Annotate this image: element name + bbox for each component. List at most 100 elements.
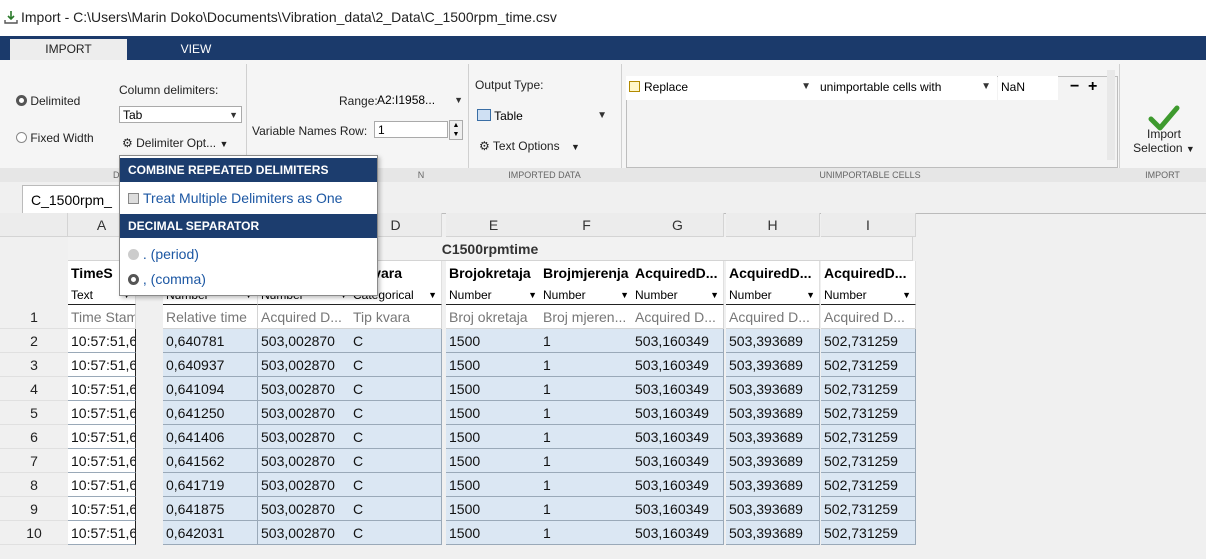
variable-name[interactable]: AcquiredD... xyxy=(632,261,724,285)
table-cell[interactable]: 10:57:51,62... xyxy=(68,521,136,545)
table-cell[interactable]: C xyxy=(350,329,442,353)
table-cell[interactable]: 10:57:51,62... xyxy=(68,473,136,497)
table-cell[interactable]: 1500 xyxy=(446,329,542,353)
table-cell[interactable]: 503,160349 xyxy=(632,377,724,401)
variable-description[interactable]: Broj okretaja xyxy=(446,305,542,329)
table-cell[interactable]: 503,160349 xyxy=(632,401,724,425)
delimited-radio[interactable]: Delimited xyxy=(16,94,80,108)
variable-type-dropdown[interactable]: Number ▼ xyxy=(632,285,724,305)
table-cell[interactable]: 0,641875 xyxy=(163,497,258,521)
table-cell[interactable]: C xyxy=(350,497,442,521)
table-cell[interactable]: 502,731259 xyxy=(821,449,916,473)
table-cell[interactable]: 502,731259 xyxy=(821,497,916,521)
column-header[interactable]: F xyxy=(540,213,634,237)
variable-type-dropdown[interactable]: Number ▼ xyxy=(726,285,820,305)
column-header[interactable]: G xyxy=(632,213,724,237)
rules-scrollbar[interactable] xyxy=(1107,70,1115,160)
variable-names-row-input[interactable]: 1 xyxy=(374,121,448,138)
table-cell[interactable]: 503,393689 xyxy=(726,401,820,425)
tab-import[interactable]: IMPORT xyxy=(10,39,127,60)
column-header[interactable]: E xyxy=(446,213,542,237)
table-cell[interactable]: 503,002870 xyxy=(258,497,353,521)
table-cell[interactable]: 503,002870 xyxy=(258,521,353,545)
table-cell[interactable]: 0,641719 xyxy=(163,473,258,497)
variable-type-dropdown[interactable]: Number ▼ xyxy=(540,285,634,305)
table-cell[interactable]: 502,731259 xyxy=(821,329,916,353)
table-cell[interactable]: 503,393689 xyxy=(726,353,820,377)
table-cell[interactable]: 503,393689 xyxy=(726,449,820,473)
replacement-value-input[interactable]: NaN xyxy=(998,76,1058,100)
import-selection-button[interactable]: Import Selection ▼ xyxy=(1122,100,1206,164)
table-cell[interactable]: 503,160349 xyxy=(632,473,724,497)
table-cell[interactable]: 10:57:51,62... xyxy=(68,425,136,449)
row-spinner[interactable]: ▲ ▼ xyxy=(449,120,463,140)
table-cell[interactable]: 0,640781 xyxy=(163,329,258,353)
rule-action-dropdown[interactable]: Replace ▼ xyxy=(626,76,817,100)
table-cell[interactable]: C xyxy=(350,401,442,425)
variable-name[interactable]: Brojokretaja xyxy=(446,261,542,285)
variable-description[interactable]: Time Stamp xyxy=(68,305,136,329)
table-cell[interactable]: 502,731259 xyxy=(821,521,916,545)
variable-description[interactable]: Broj mjeren... xyxy=(540,305,634,329)
table-cell[interactable]: 0,641406 xyxy=(163,425,258,449)
table-cell[interactable]: 10:57:51,62... xyxy=(68,449,136,473)
table-cell[interactable]: 503,393689 xyxy=(726,473,820,497)
table-cell[interactable]: C xyxy=(350,521,442,545)
table-cell[interactable]: 503,002870 xyxy=(258,473,353,497)
document-tab[interactable]: C_1500rpm_ xyxy=(22,185,121,214)
column-delimiter-dropdown[interactable]: Tab ▼ xyxy=(119,106,242,123)
table-cell[interactable]: C xyxy=(350,473,442,497)
variable-description[interactable]: Acquired D... xyxy=(258,305,353,329)
table-cell[interactable]: 1500 xyxy=(446,521,542,545)
table-cell[interactable]: 10:57:51,62... xyxy=(68,353,136,377)
variable-name[interactable]: AcquiredD... xyxy=(726,261,820,285)
decimal-period-radio[interactable]: . (period) xyxy=(128,242,199,266)
table-cell[interactable]: 1 xyxy=(540,353,634,377)
table-cell[interactable]: 503,393689 xyxy=(726,377,820,401)
column-header[interactable]: H xyxy=(726,213,820,237)
table-cell[interactable]: 0,641562 xyxy=(163,449,258,473)
table-cell[interactable]: 1500 xyxy=(446,473,542,497)
table-cell[interactable]: 1 xyxy=(540,521,634,545)
table-cell[interactable]: C xyxy=(350,353,442,377)
table-cell[interactable]: 1500 xyxy=(446,425,542,449)
table-cell[interactable]: 503,002870 xyxy=(258,425,353,449)
treat-multiple-delimiters-checkbox[interactable]: Treat Multiple Delimiters as One xyxy=(128,186,342,210)
fixed-width-radio[interactable]: Fixed Width xyxy=(16,131,94,145)
table-cell[interactable]: 503,002870 xyxy=(258,353,353,377)
column-header[interactable]: I xyxy=(821,213,916,237)
variable-name[interactable]: AcquiredD... xyxy=(821,261,916,285)
table-cell[interactable]: 0,641250 xyxy=(163,401,258,425)
table-cell[interactable]: 1 xyxy=(540,329,634,353)
table-cell[interactable]: 503,002870 xyxy=(258,377,353,401)
table-cell[interactable]: 1 xyxy=(540,497,634,521)
decimal-comma-radio[interactable]: , (comma) xyxy=(128,267,206,291)
table-cell[interactable]: 503,393689 xyxy=(726,497,820,521)
table-cell[interactable]: 502,731259 xyxy=(821,353,916,377)
table-cell[interactable]: 503,002870 xyxy=(258,401,353,425)
table-cell[interactable]: 1500 xyxy=(446,353,542,377)
add-rule-icon[interactable]: + xyxy=(1088,78,1097,96)
table-cell[interactable]: 0,640937 xyxy=(163,353,258,377)
tab-view[interactable]: VIEW xyxy=(146,39,246,60)
table-cell[interactable]: 1500 xyxy=(446,497,542,521)
table-cell[interactable]: 503,160349 xyxy=(632,353,724,377)
table-cell[interactable]: 503,393689 xyxy=(726,521,820,545)
table-cell[interactable]: 503,393689 xyxy=(726,329,820,353)
variable-description[interactable]: Acquired D... xyxy=(726,305,820,329)
variable-description[interactable]: Acquired D... xyxy=(821,305,916,329)
text-options-button[interactable]: ⚙ Text Options ▼ xyxy=(479,139,580,153)
table-cell[interactable]: C xyxy=(350,425,442,449)
table-cell[interactable]: 10:57:51,62... xyxy=(68,497,136,521)
table-cell[interactable]: 503,160349 xyxy=(632,329,724,353)
table-cell[interactable]: 503,002870 xyxy=(258,329,353,353)
table-cell[interactable]: 503,160349 xyxy=(632,425,724,449)
table-cell[interactable]: 502,731259 xyxy=(821,473,916,497)
remove-rule-icon[interactable]: − xyxy=(1070,78,1079,96)
variable-description[interactable]: Tip kvara xyxy=(350,305,442,329)
table-cell[interactable]: 503,160349 xyxy=(632,521,724,545)
table-cell[interactable]: C xyxy=(350,449,442,473)
output-type-dropdown[interactable]: Table ▼ xyxy=(474,104,613,128)
table-cell[interactable]: C xyxy=(350,377,442,401)
table-cell[interactable]: 1500 xyxy=(446,377,542,401)
